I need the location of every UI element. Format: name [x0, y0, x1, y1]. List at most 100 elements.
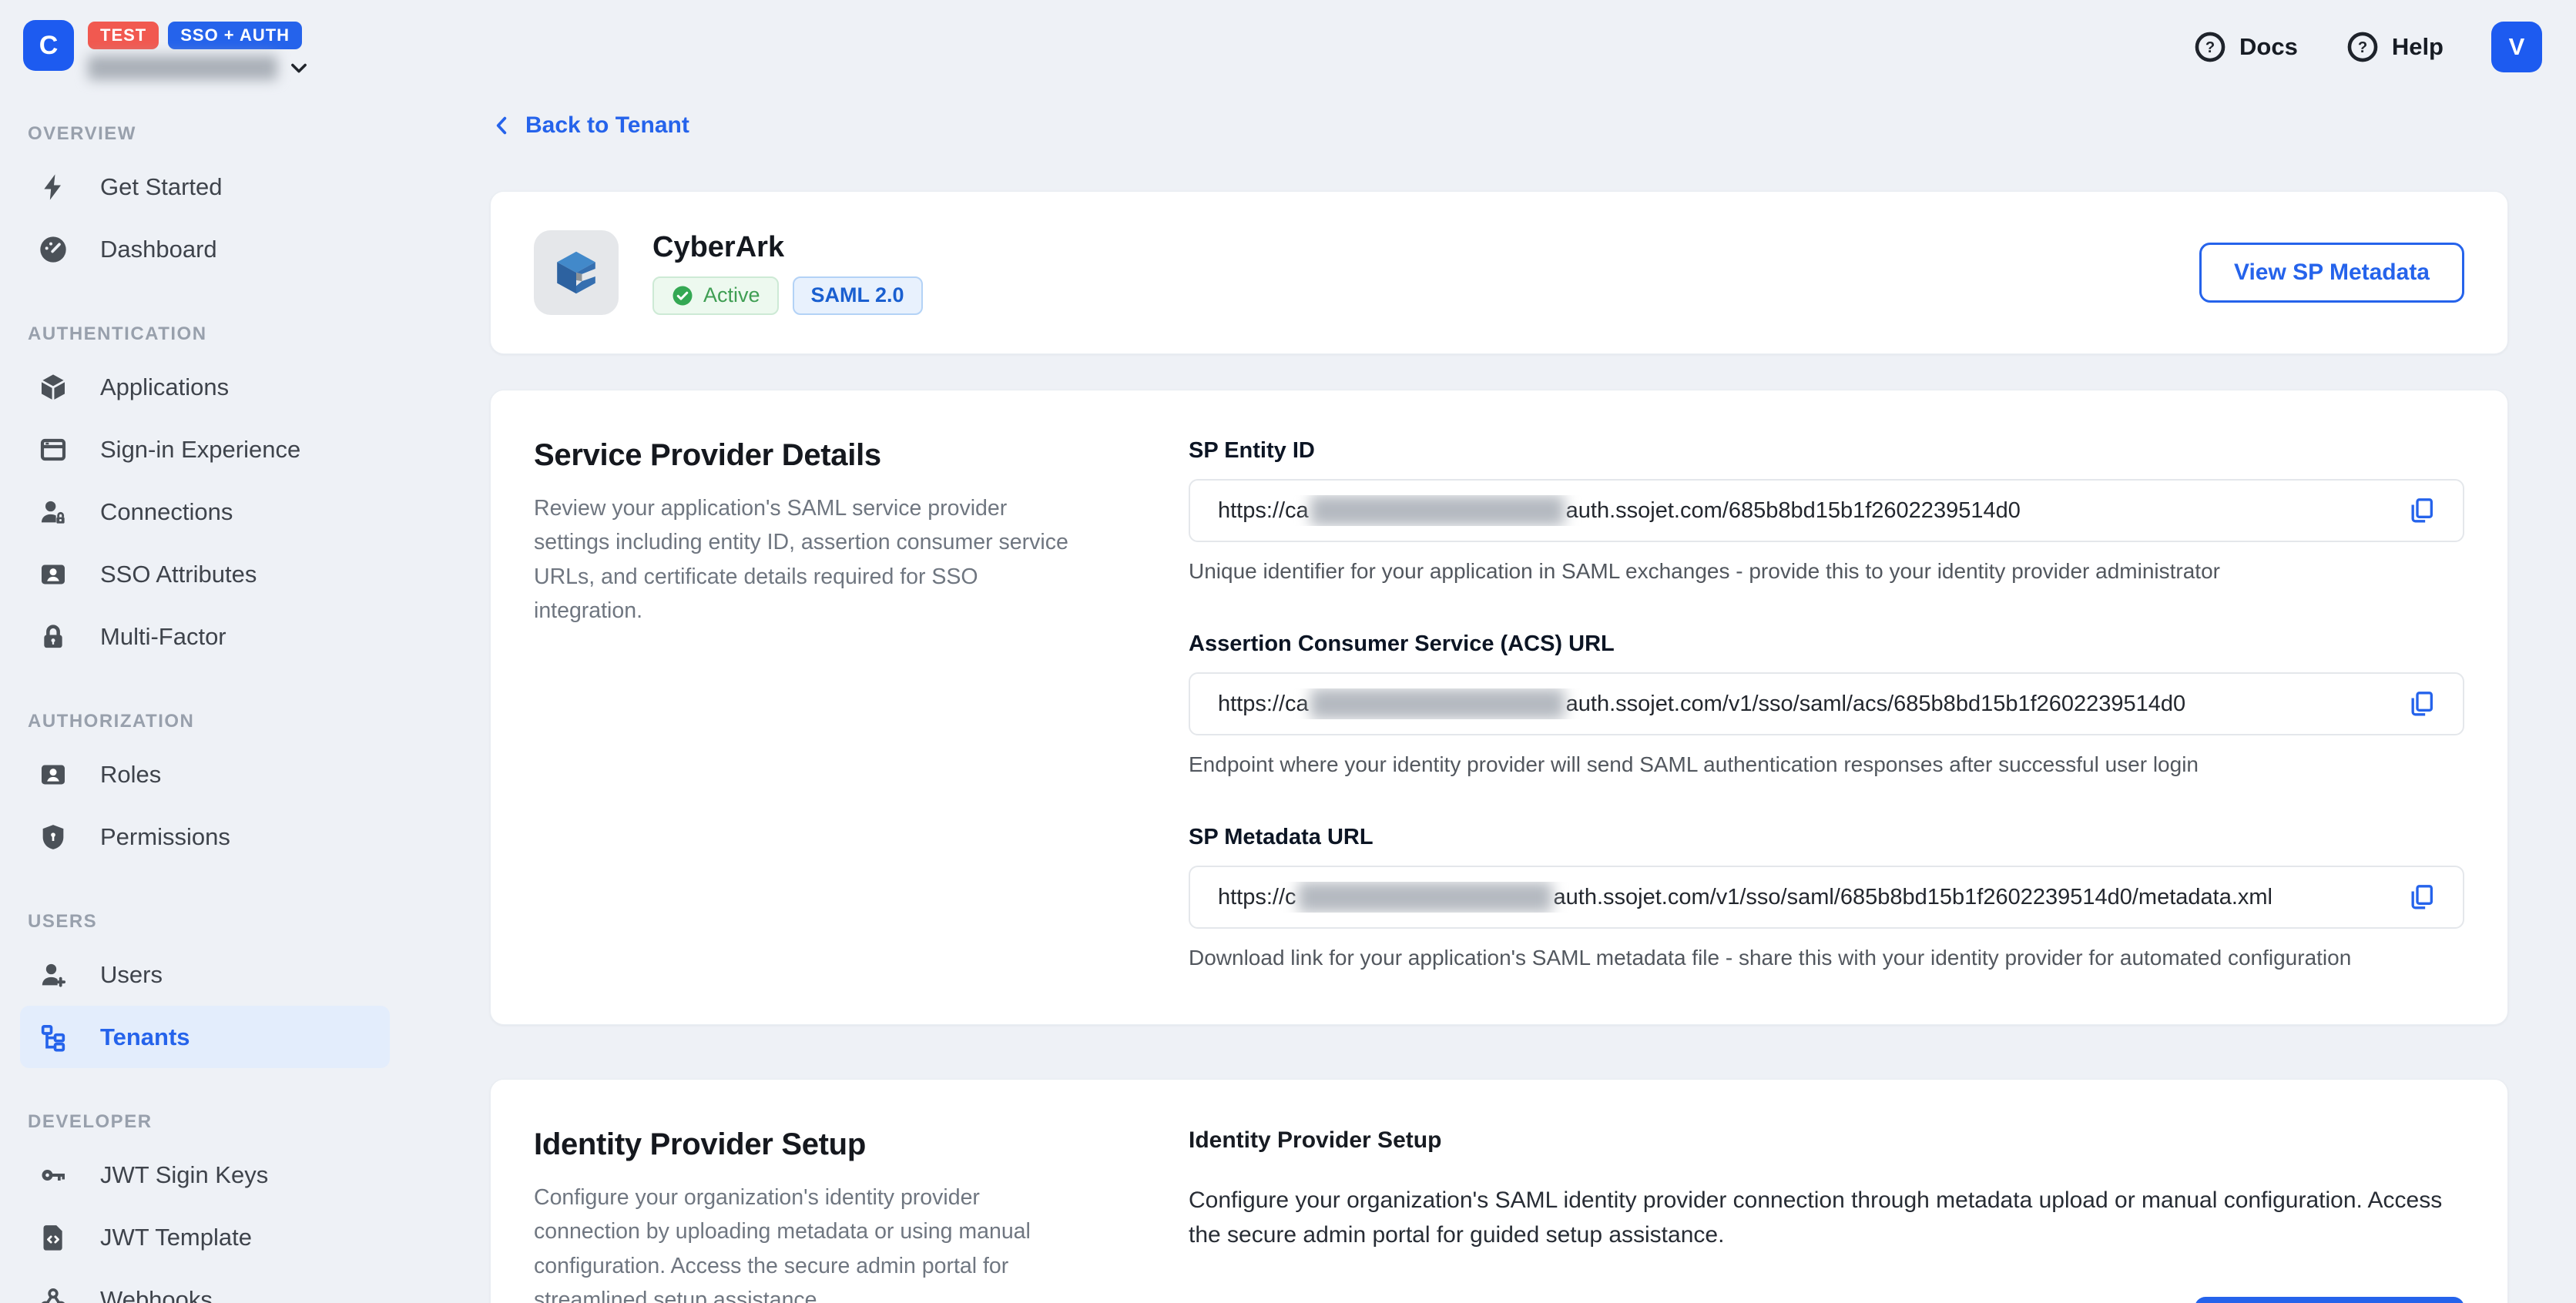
sidebar-item-permissions[interactable]: Permissions [20, 806, 390, 868]
cyberark-logo-icon [552, 249, 600, 296]
sidebar-item-dashboard[interactable]: Dashboard [20, 218, 390, 280]
browser-window-icon [35, 432, 71, 467]
idp-setup-description: Configure your organization's identity p… [534, 1181, 1081, 1303]
cube-icon [35, 370, 71, 405]
redacted-url-segment [1298, 882, 1552, 913]
sp-details-fields: SP Entity ID https://caauth.ssojet.com/6… [1189, 438, 2464, 970]
user-plus-icon [35, 957, 71, 993]
zap-icon [35, 169, 71, 205]
sidebar-item-label: Webhooks [100, 1286, 213, 1303]
file-code-icon [35, 1220, 71, 1255]
sidebar-item-applications[interactable]: Applications [20, 356, 390, 418]
key-icon [35, 1157, 71, 1193]
sidebar-item-label: Sign-in Experience [100, 436, 300, 464]
sidebar-item-jwt-sign-keys[interactable]: JWT Sigin Keys [20, 1144, 390, 1206]
sp-details-description: Review your application's SAML service p… [534, 491, 1081, 628]
copy-button[interactable] [2401, 877, 2441, 917]
sidebar-item-webhooks[interactable]: Webhooks [20, 1268, 390, 1303]
sidebar-item-sso-attributes[interactable]: SSO Attributes [20, 543, 390, 605]
shield-key-icon [35, 819, 71, 855]
user-lock-icon [35, 494, 71, 530]
sidebar-item-label: Applications [100, 373, 229, 401]
sidebar-item-label: JWT Template [100, 1224, 252, 1251]
idp-setup-card: Identity Provider Setup Configure your o… [490, 1079, 2508, 1303]
main-content: Back to Tenant CyberArk [416, 0, 2576, 1303]
field-value: https://caauth.ssojet.com/v1/sso/saml/ac… [1218, 688, 2401, 719]
back-to-tenant-link[interactable]: Back to Tenant [490, 112, 689, 139]
idp-setup-panel: Identity Provider Setup Configure your o… [1189, 1127, 2464, 1303]
plan-badge: SSO + AUTH [168, 22, 302, 49]
app-header-card: CyberArk Active SAML 2.0 View SP Metadat… [490, 191, 2508, 354]
field-helper: Endpoint where your identity provider wi… [1189, 752, 2464, 777]
copy-icon [2406, 495, 2437, 526]
field-sp-entity-id: SP Entity ID https://caauth.ssojet.com/6… [1189, 438, 2464, 584]
protocol-badge: SAML 2.0 [793, 276, 923, 315]
section-label-overview: OVERVIEW [28, 123, 416, 145]
brand[interactable]: C TEST SSO + AUTH [0, 0, 416, 80]
idp-panel-description: Configure your organization's SAML ident… [1189, 1183, 2464, 1252]
section-label-authentication: AUTHENTICATION [28, 323, 416, 345]
field-helper: Download link for your application's SAM… [1189, 946, 2464, 970]
acs-url-field[interactable]: https://caauth.ssojet.com/v1/sso/saml/ac… [1189, 672, 2464, 735]
status-badge: Active [652, 276, 779, 315]
field-value: https://cauth.ssojet.com/v1/sso/saml/685… [1218, 882, 2401, 913]
hierarchy-icon [35, 1020, 71, 1055]
copy-button[interactable] [2401, 491, 2441, 531]
sidebar-item-roles[interactable]: Roles [20, 743, 390, 806]
edit-configuration-button[interactable]: Edit Configuration [2195, 1297, 2464, 1303]
section-label-users: USERS [28, 911, 416, 933]
sidebar-item-label: Roles [100, 761, 161, 789]
id-card-icon [35, 757, 71, 792]
sp-metadata-url-field[interactable]: https://cauth.ssojet.com/v1/sso/saml/685… [1189, 866, 2464, 929]
sidebar-item-label: Permissions [100, 823, 230, 851]
sp-entity-id-field[interactable]: https://caauth.ssojet.com/685b8bd15b1f26… [1189, 479, 2464, 542]
sp-details-card: Service Provider Details Review your app… [490, 390, 2508, 1025]
sidebar-item-tenants[interactable]: Tenants [20, 1006, 390, 1068]
sidebar-item-label: Connections [100, 498, 233, 526]
sidebar-item-label: Tenants [100, 1023, 190, 1051]
field-value: https://caauth.ssojet.com/685b8bd15b1f26… [1218, 495, 2401, 526]
redacted-url-segment [1310, 688, 1565, 719]
field-sp-metadata-url: SP Metadata URL https://cauth.ssojet.com… [1189, 825, 2464, 970]
sidebar-item-label: Users [100, 961, 163, 989]
sidebar-item-label: Get Started [100, 173, 223, 201]
sp-details-title: Service Provider Details [534, 438, 1189, 473]
idp-setup-title: Identity Provider Setup [534, 1127, 1189, 1162]
sidebar-item-label: Multi-Factor [100, 623, 226, 651]
sidebar-item-label: SSO Attributes [100, 561, 257, 588]
sidebar: C TEST SSO + AUTH OVERVIEW Get Started [0, 0, 416, 1303]
sidebar-item-jwt-template[interactable]: JWT Template [20, 1206, 390, 1268]
back-link-label: Back to Tenant [525, 112, 689, 139]
tenant-name-redacted [88, 55, 277, 80]
idp-panel-title: Identity Provider Setup [1189, 1127, 2464, 1154]
check-circle-icon [671, 284, 694, 307]
sidebar-item-connections[interactable]: Connections [20, 481, 390, 543]
sidebar-item-users[interactable]: Users [20, 943, 390, 1006]
section-label-authorization: AUTHORIZATION [28, 711, 416, 732]
webhook-icon [35, 1282, 71, 1303]
sidebar-item-multi-factor[interactable]: Multi-Factor [20, 605, 390, 668]
field-label: SP Metadata URL [1189, 825, 2464, 850]
gauge-icon [35, 232, 71, 267]
redacted-url-segment [1310, 495, 1565, 526]
sidebar-item-get-started[interactable]: Get Started [20, 156, 390, 218]
field-helper: Unique identifier for your application i… [1189, 559, 2464, 584]
chevron-down-icon[interactable] [288, 57, 310, 79]
copy-icon [2406, 688, 2437, 719]
view-sp-metadata-button[interactable]: View SP Metadata [2199, 243, 2464, 303]
status-label: Active [703, 283, 760, 307]
app-logo-box [534, 230, 619, 315]
env-badge: TEST [88, 22, 159, 49]
padlock-icon [35, 619, 71, 655]
brand-logo: C [23, 20, 74, 71]
sidebar-item-sign-in-experience[interactable]: Sign-in Experience [20, 418, 390, 481]
idp-setup-intro: Identity Provider Setup Configure your o… [534, 1127, 1189, 1303]
copy-button[interactable] [2401, 684, 2441, 724]
sidebar-item-label: Dashboard [100, 236, 217, 263]
section-label-developer: DEVELOPER [28, 1111, 416, 1133]
field-label: SP Entity ID [1189, 438, 2464, 464]
field-label: Assertion Consumer Service (ACS) URL [1189, 631, 2464, 657]
field-acs-url: Assertion Consumer Service (ACS) URL htt… [1189, 631, 2464, 777]
sidebar-nav: OVERVIEW Get Started Dashboard AUTHENTIC… [0, 123, 416, 1303]
app-name: CyberArk [652, 231, 923, 264]
